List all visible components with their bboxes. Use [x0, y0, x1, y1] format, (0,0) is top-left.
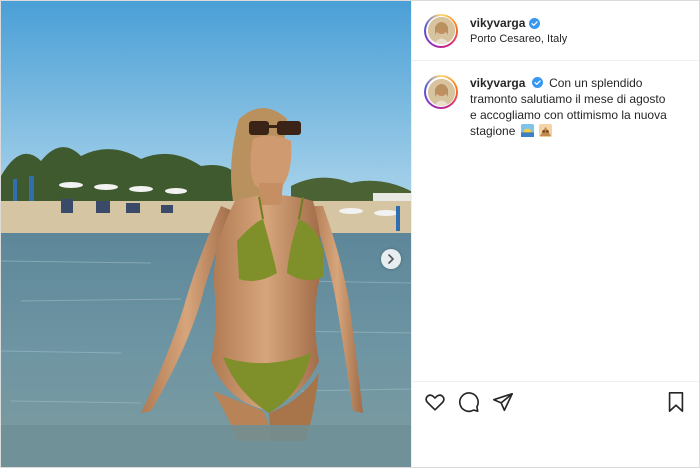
sunrise-emoji — [520, 124, 534, 137]
paper-plane-icon[interactable] — [492, 391, 514, 413]
caption: vikyvarga Con un splendido tramonto salu… — [412, 61, 699, 139]
chevron-right-icon — [388, 254, 394, 264]
caption-username-link[interactable]: vikyvarga — [470, 76, 525, 90]
caption-avatar[interactable] — [424, 75, 458, 109]
action-bar — [412, 381, 699, 421]
post-photo[interactable] — [1, 1, 411, 467]
avatar[interactable] — [424, 13, 458, 48]
avatar-image — [427, 17, 455, 44]
family-emoji — [539, 124, 553, 137]
username-link[interactable]: vikyvarga — [470, 16, 525, 30]
heart-icon[interactable] — [424, 391, 446, 413]
next-photo-button[interactable] — [381, 249, 401, 269]
comment-icon[interactable] — [458, 391, 480, 413]
avatar-image — [427, 78, 455, 106]
instagram-post: vikyvarga Porto Cesareo, Italy vikyvarga… — [0, 0, 700, 468]
post-header: vikyvarga Porto Cesareo, Italy — [412, 1, 699, 61]
beach-photo — [1, 1, 411, 467]
verified-badge-icon — [531, 77, 543, 88]
verified-badge-icon — [529, 17, 541, 29]
post-sidebar: vikyvarga Porto Cesareo, Italy vikyvarga… — [411, 1, 699, 467]
bookmark-icon[interactable] — [665, 391, 687, 413]
location-link[interactable]: Porto Cesareo, Italy — [470, 33, 567, 45]
